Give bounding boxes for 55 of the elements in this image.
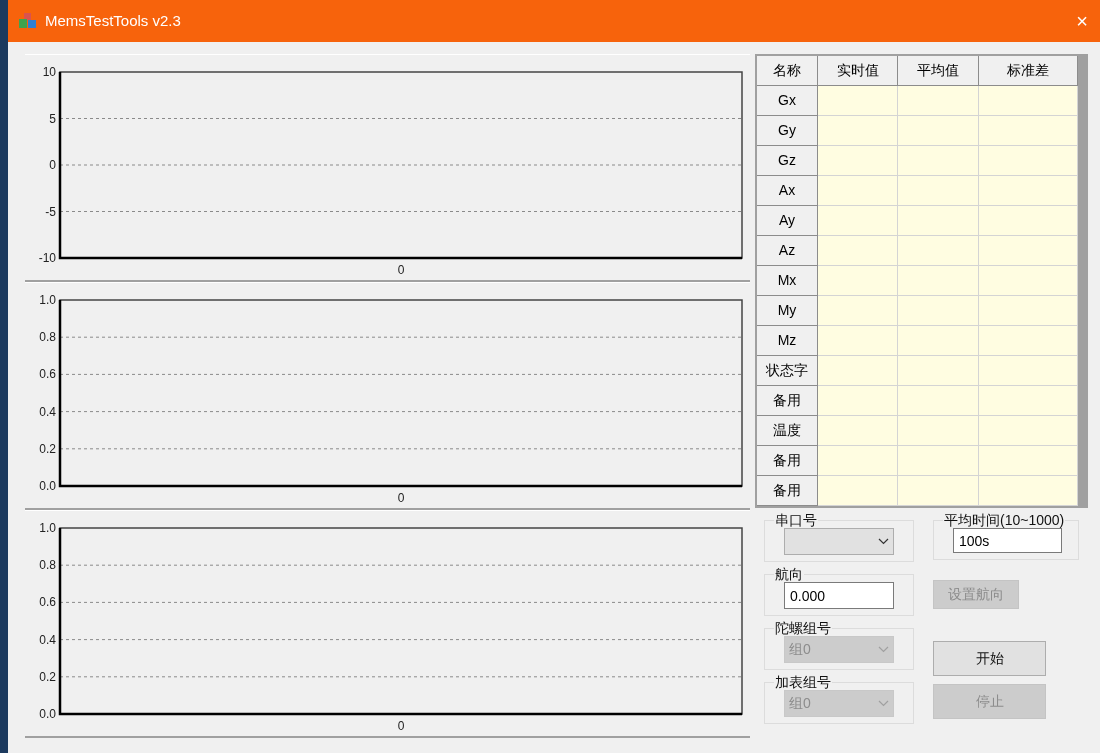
dropdown[interactable] [784, 528, 894, 555]
row-header: Mx [757, 266, 818, 296]
y-tick-label: -5 [45, 204, 56, 219]
column-header: 名称 [757, 56, 818, 86]
close-button[interactable]: × [1070, 11, 1094, 31]
x-tick-label: 0 [397, 263, 405, 277]
x-tick-label: 0 [397, 719, 405, 733]
y-tick-label: 0.0 [39, 707, 56, 721]
row-header: 备用 [757, 476, 818, 506]
average-time-field[interactable]: 100s [953, 528, 1062, 553]
row-header: 温度 [757, 416, 818, 446]
y-tick-label: 0.2 [39, 669, 56, 684]
row-header: Gz [757, 146, 818, 176]
chevron-down-icon [878, 538, 889, 545]
group-label: 平均时间(10~1000) [943, 512, 1066, 528]
y-tick-label: 0.6 [39, 595, 56, 610]
chevron-down-icon [878, 646, 889, 653]
column-header: 平均值 [898, 56, 979, 86]
row-header: Gx [757, 86, 818, 116]
row-header: 状态字 [757, 356, 818, 386]
column-header: 实时值 [818, 56, 898, 86]
y-tick-label: 0.4 [39, 632, 56, 647]
group-label: 串口号 [774, 512, 818, 528]
y-tick-label: 0.0 [39, 479, 56, 493]
y-tick-label: 0.6 [39, 367, 56, 382]
y-tick-label: 0.8 [39, 558, 56, 573]
column-header: 标准差 [979, 56, 1078, 86]
x-tick-label: 0 [397, 491, 405, 505]
row-header: Ay [757, 206, 818, 236]
y-tick-label: 10 [42, 65, 56, 79]
y-tick-label: 1.0 [39, 293, 56, 307]
blocks-icon [18, 12, 38, 30]
y-tick-label: 1.0 [39, 521, 56, 535]
action-button[interactable]: 开始 [933, 641, 1046, 676]
row-header: Gy [757, 116, 818, 146]
y-tick-label: 5 [49, 111, 56, 126]
row-header: Mz [757, 326, 818, 356]
row-header: Ax [757, 176, 818, 206]
dropdown-value: 组0 [789, 694, 811, 713]
chevron-down-icon [878, 700, 889, 707]
window-title: MemsTestTools v2.3 [45, 10, 181, 31]
row-header: Az [757, 236, 818, 266]
dropdown-value: 组0 [789, 640, 811, 659]
heading-field[interactable]: 0.000 [784, 582, 894, 609]
row-header: 备用 [757, 386, 818, 416]
y-tick-label: 0.2 [39, 441, 56, 456]
y-tick-label: -10 [38, 251, 56, 265]
group-label: 加表组号 [774, 674, 832, 690]
group-label: 陀螺组号 [774, 620, 832, 636]
y-tick-label: 0 [49, 158, 56, 172]
group-label: 航向 [774, 566, 804, 582]
y-tick-label: 0.4 [39, 404, 56, 419]
y-tick-label: 0.8 [39, 330, 56, 345]
row-header: My [757, 296, 818, 326]
row-header: 备用 [757, 446, 818, 476]
